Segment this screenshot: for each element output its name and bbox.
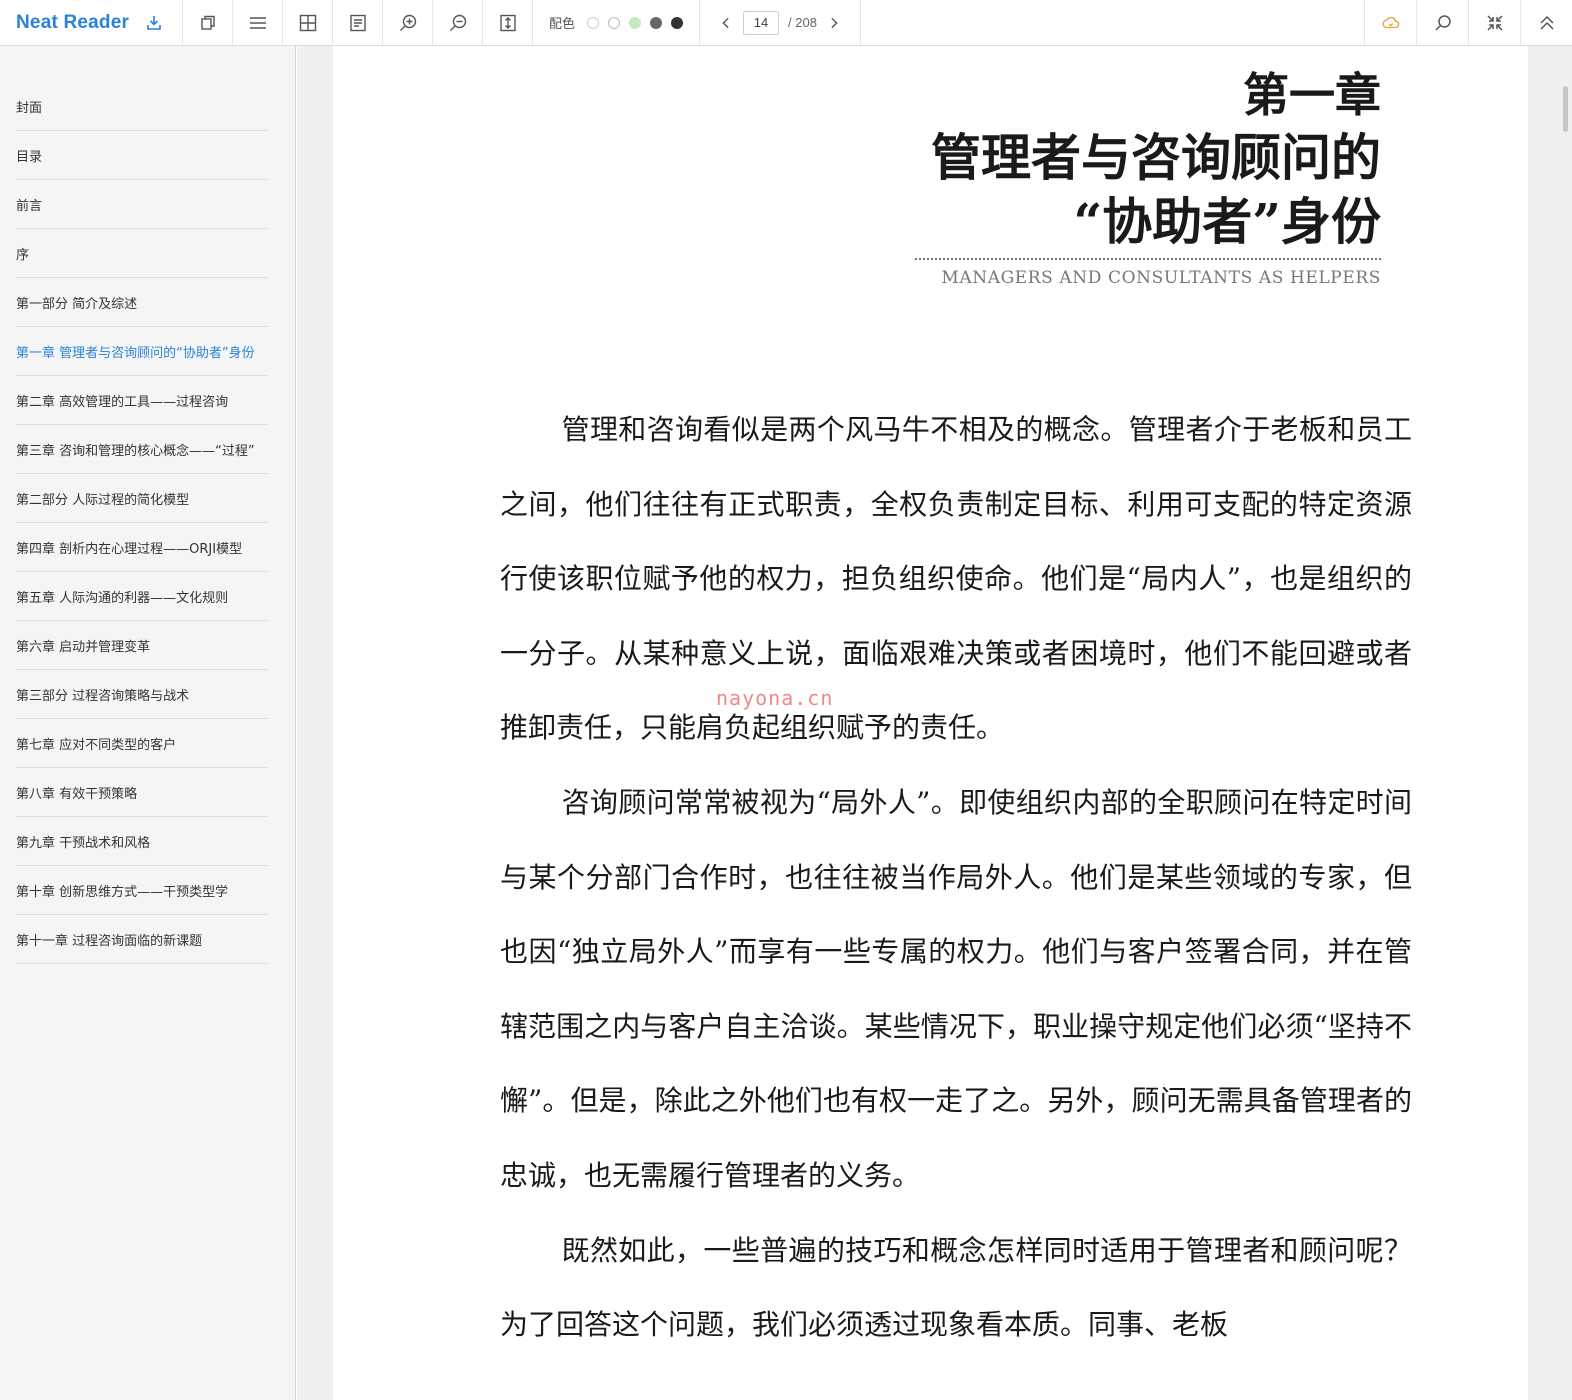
toc-menu-button[interactable] (233, 0, 283, 46)
notes-button[interactable] (333, 0, 383, 46)
paragraph: 咨询顾问常常被视为“局外人”。即使组织内部的全职顾问在特定时间与某个分部门合作时… (500, 785, 1412, 1192)
theme-dark[interactable] (671, 16, 684, 29)
zoom-in-button[interactable] (383, 0, 433, 46)
chapter-number: 第一章 (1243, 68, 1381, 122)
toc-item[interactable]: 第三部分 过程咨询策略与战术 (16, 670, 267, 719)
chapter-title-line2: “协助者”身份 (1073, 192, 1381, 251)
toolbar-right (1364, 0, 1572, 46)
app-name: Neat Reader (16, 11, 130, 33)
chapter-divider (915, 258, 1381, 260)
watermark: nayona.cn (716, 686, 834, 710)
theme-label: 配色 (549, 17, 576, 32)
toc-item[interactable]: 第十一章 过程咨询面临的新课题 (16, 915, 267, 964)
next-page-icon[interactable] (826, 15, 842, 31)
layout-button[interactable] (283, 0, 333, 46)
prev-page-icon[interactable] (718, 15, 734, 31)
fit-page-icon (499, 14, 516, 31)
toc-item[interactable]: 第八章 有效干预策略 (16, 768, 267, 817)
scroll-top-icon (1539, 15, 1554, 30)
theme-white[interactable] (587, 16, 600, 29)
toc-sidebar: 封面 目录 前言 序 第一部分 简介及综述 第一章 管理者与咨询顾问的“协助者”… (0, 46, 296, 1400)
chapter-title-line1: 管理者与咨询顾问的 (931, 128, 1381, 187)
search-icon (1434, 15, 1451, 31)
notes-icon (349, 14, 366, 31)
toc-item[interactable]: 第一部分 简介及综述 (16, 278, 267, 327)
menu-icon (249, 16, 266, 29)
toc-item[interactable]: 第二部分 人际过程的简化模型 (16, 474, 267, 523)
theme-green[interactable] (629, 16, 642, 29)
toc-item[interactable]: 第三章 咨询和管理的核心概念——“过程” (16, 425, 267, 474)
copy-button[interactable] (183, 0, 233, 46)
scroll-top-button[interactable] (1520, 0, 1572, 46)
toc-item[interactable]: 第六章 启动并管理变革 (16, 621, 267, 670)
page-total: / 208 (788, 15, 817, 30)
theme-paper[interactable] (608, 16, 621, 29)
collapse-button[interactable] (1468, 0, 1520, 46)
zoom-out-icon (449, 14, 466, 31)
toc-item[interactable]: 序 (16, 229, 267, 278)
toc-item[interactable]: 第二章 高效管理的工具——过程咨询 (16, 376, 267, 425)
book-page: 第一章 管理者与咨询顾问的 “协助者”身份 MANAGERS AND CONSU… (333, 46, 1528, 1400)
toc-item[interactable]: 第七章 应对不同类型的客户 (16, 719, 267, 768)
copy-icon (200, 15, 215, 30)
brand: Neat Reader (0, 0, 183, 46)
cloud-sync-button[interactable] (1364, 0, 1416, 46)
theme-gray[interactable] (650, 16, 663, 29)
toc-item[interactable]: 第九章 干预战术和风格 (16, 817, 267, 866)
search-button[interactable] (1416, 0, 1468, 46)
toc-item[interactable]: 前言 (16, 180, 267, 229)
toc-item[interactable]: 第五章 人际沟通的利器——文化规则 (16, 572, 267, 621)
toc-item[interactable]: 目录 (16, 131, 267, 180)
chapter-subtitle-en: MANAGERS AND CONSULTANTS AS HELPERS (941, 268, 1381, 288)
zoom-out-button[interactable] (433, 0, 483, 46)
toc-item[interactable]: 第四章 剖析内在心理过程——ORJI模型 (16, 523, 267, 572)
chapter-body: 管理和咨询看似是两个风马牛不相及的概念。管理者介于老板和员工之间，他们往往有正式… (500, 393, 1412, 1363)
scrollbar-thumb[interactable] (1563, 86, 1568, 132)
toc-item[interactable]: 第十章 创新思维方式——干预类型学 (16, 866, 267, 915)
grid-icon (299, 14, 316, 31)
fit-page-button[interactable] (483, 0, 533, 46)
paragraph: 既然如此，一些普遍的技巧和概念怎样同时适用于管理者和顾问呢？为了回答这个问题，我… (500, 1233, 1412, 1342)
theme-selector: 配色 (533, 0, 701, 46)
chapter-heading: 第一章 管理者与咨询顾问的 “协助者”身份 (931, 64, 1381, 254)
toolbar: Neat Reader 配色 / 208 (0, 0, 1572, 46)
download-icon[interactable] (145, 14, 163, 32)
page-number-input[interactable] (743, 10, 780, 35)
toc-item[interactable]: 封面 (16, 82, 267, 131)
pager: / 208 (700, 0, 861, 46)
zoom-in-icon (399, 14, 416, 31)
paragraph: 管理和咨询看似是两个风马牛不相及的概念。管理者介于老板和员工之间，他们往往有正式… (500, 413, 1412, 745)
cloud-sync-icon (1381, 16, 1399, 29)
toc-item-active[interactable]: 第一章 管理者与咨询顾问的“协助者”身份 (16, 327, 267, 376)
collapse-icon (1486, 15, 1503, 31)
